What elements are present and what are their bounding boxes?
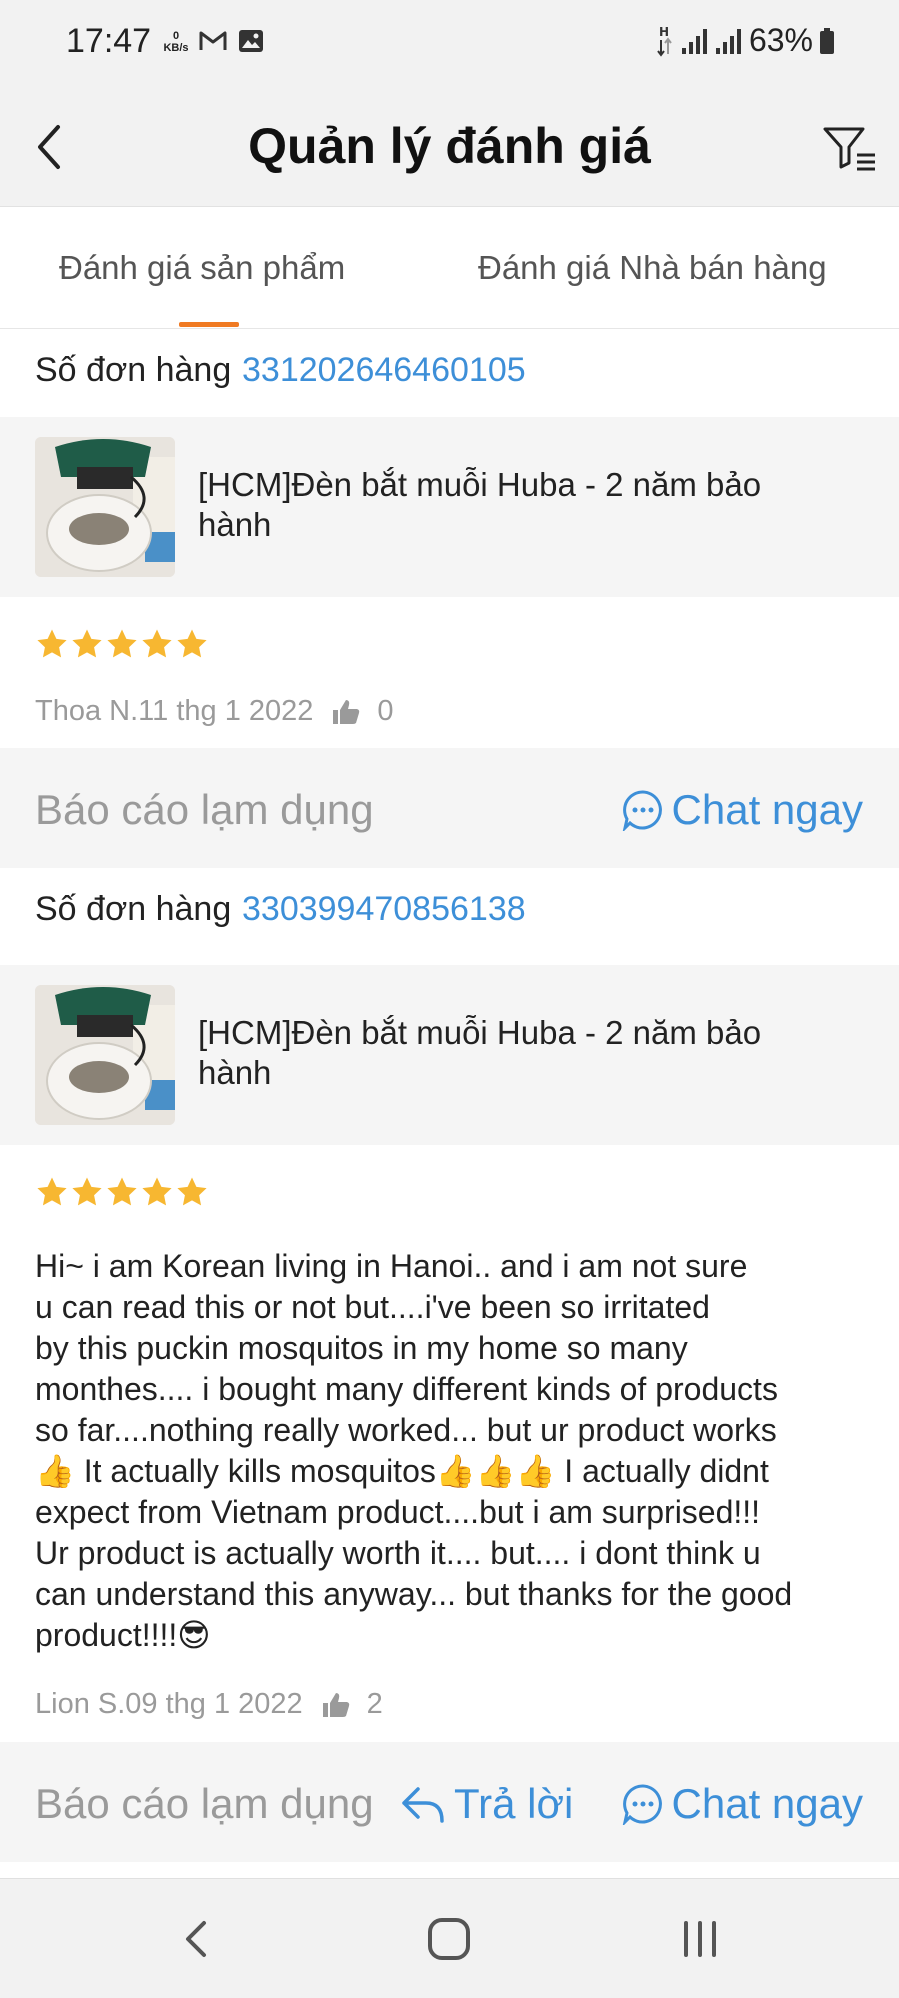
reply-button[interactable]: Trả lời [400, 1780, 573, 1828]
review-author-date: Lion S.09 thg 1 2022 [35, 1688, 303, 1720]
star-icon [177, 1177, 207, 1206]
order-label: Số đơn hàng [35, 890, 232, 928]
product-name: [HCM]Đèn bắt muỗi Huba - 2 năm bảo hành [198, 1014, 762, 1091]
review-text-line: 👍 It actually kills mosquitos👍👍👍 I actua… [35, 1453, 769, 1489]
star-icon [37, 1177, 67, 1206]
reply-arrow-icon [402, 1787, 444, 1823]
review-actions: Báo cáo lạm dụng Trả lời Chat ngay [0, 1742, 899, 1862]
product-name: [HCM]Đèn bắt muỗi Huba - 2 năm bảo hành [198, 466, 762, 543]
chat-bubble-icon [622, 1784, 662, 1825]
review-actions: Báo cáo lạm dụng Chat ngay [0, 748, 899, 868]
status-time: 17:47 [66, 22, 152, 60]
rating-stars [35, 627, 209, 661]
gmail-icon [199, 31, 227, 50]
system-nav-bar [0, 1878, 899, 1998]
review-text-line: expect from Vietnam product....but i am … [35, 1494, 761, 1530]
nav-home-icon[interactable] [426, 1915, 472, 1963]
chat-now-button[interactable]: Chat ngay [622, 786, 863, 834]
battery-icon [820, 27, 834, 54]
review-text-line: product!!!!😎 [35, 1617, 211, 1653]
star-icon [142, 1177, 172, 1206]
chat-bubble-icon [622, 790, 662, 831]
like-count: 0 [377, 695, 394, 727]
review-text-line: so far....nothing really worked... but u… [35, 1412, 777, 1448]
product-thumbnail[interactable] [35, 437, 175, 577]
order-number-link[interactable]: 331202646460105 [242, 351, 526, 390]
rating-stars [35, 1175, 209, 1209]
report-abuse-button[interactable]: Báo cáo lạm dụng [35, 786, 374, 834]
app-header: Quản lý đánh giá [0, 95, 899, 207]
filter-icon[interactable] [819, 119, 879, 179]
product-row[interactable]: [HCM]Đèn bắt muỗi Huba - 2 năm bảo hành [0, 965, 899, 1145]
order-number-link[interactable]: 330399470856138 [242, 890, 526, 929]
status-right-group: H 63% [655, 22, 835, 59]
star-icon [72, 1177, 102, 1206]
nav-back-icon[interactable] [176, 1915, 220, 1963]
star-icon [72, 629, 102, 658]
review-text: Hi~ i am Korean living in Hanoi.. and i … [35, 1246, 875, 1656]
star-icon [142, 629, 172, 658]
review-text-line: u can read this or not but....i've been … [35, 1289, 710, 1325]
active-tab-indicator [179, 322, 239, 327]
status-bar: 17:47 0 KB/s H 63% [0, 0, 899, 95]
review-text-line: can understand this anyway... but thanks… [35, 1576, 793, 1612]
nav-recents-icon[interactable] [678, 1915, 722, 1963]
order-row: Số đơn hàng 331202646460105 [0, 329, 899, 417]
star-icon [177, 629, 207, 658]
thumbs-up-icon[interactable] [321, 1691, 351, 1719]
star-icon [107, 1177, 137, 1206]
reply-label: Trả lời [454, 1780, 574, 1827]
report-abuse-button[interactable]: Báo cáo lạm dụng [35, 1780, 374, 1828]
product-thumbnail[interactable] [35, 985, 175, 1125]
star-icon [107, 629, 137, 658]
review-tabs: Đánh giá sản phẩm Đánh giá Nhà bán hàng [0, 207, 899, 329]
signal-icon-1 [681, 28, 707, 54]
product-row[interactable]: [HCM]Đèn bắt muỗi Huba - 2 năm bảo hành [0, 417, 899, 597]
review-meta: Lion S.09 thg 1 2022 2 [35, 1688, 383, 1721]
network-speed: 0 KB/s [163, 30, 189, 54]
gallery-icon [239, 30, 263, 52]
page-title: Quản lý đánh giá [248, 118, 651, 174]
svg-text:H: H [659, 25, 669, 39]
mobile-data-icon: H [657, 25, 672, 57]
battery-percent: 63% [748, 22, 813, 58]
review-text-line: monthes.... i bought many different kind… [35, 1371, 778, 1407]
order-row: Số đơn hàng 330399470856138 [0, 868, 899, 956]
review-meta: Thoa N.11 thg 1 2022 0 [35, 695, 394, 728]
tab-product-reviews[interactable]: Đánh giá sản phẩm [59, 249, 345, 287]
review-text-line: Ur product is actually worth it.... but.… [35, 1535, 761, 1571]
thumbs-up-icon[interactable] [331, 698, 361, 726]
review-author-date: Thoa N.11 thg 1 2022 [35, 695, 314, 727]
order-label: Số đơn hàng [35, 351, 232, 389]
chat-now-label: Chat ngay [671, 1780, 863, 1827]
star-icon [37, 629, 67, 658]
review-text-line: Hi~ i am Korean living in Hanoi.. and i … [35, 1248, 748, 1284]
chat-now-label: Chat ngay [671, 786, 863, 833]
chat-now-button[interactable]: Chat ngay [622, 1780, 863, 1828]
like-count: 2 [366, 1688, 383, 1720]
signal-icon-2 [715, 28, 741, 54]
tab-seller-reviews[interactable]: Đánh giá Nhà bán hàng [478, 249, 827, 287]
review-text-line: by this puckin mosquitos in my home so m… [35, 1330, 688, 1366]
